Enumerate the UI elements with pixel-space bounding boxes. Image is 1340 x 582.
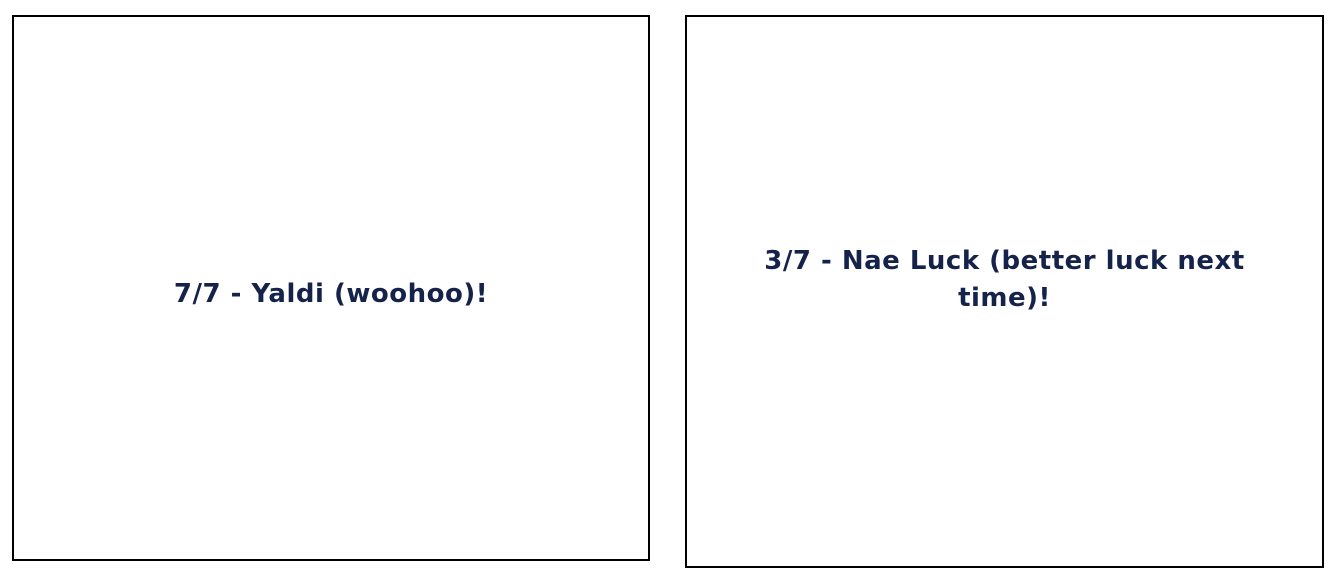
- result-panel-low: 3/7 - Nae Luck (better luck next time)!: [685, 15, 1324, 568]
- result-message: 3/7 - Nae Luck (better luck next time)!: [764, 245, 1245, 313]
- result-panel-perfect: 7/7 - Yaldi (woohoo)!: [12, 15, 650, 561]
- result-message: 7/7 - Yaldi (woohoo)!: [173, 278, 489, 309]
